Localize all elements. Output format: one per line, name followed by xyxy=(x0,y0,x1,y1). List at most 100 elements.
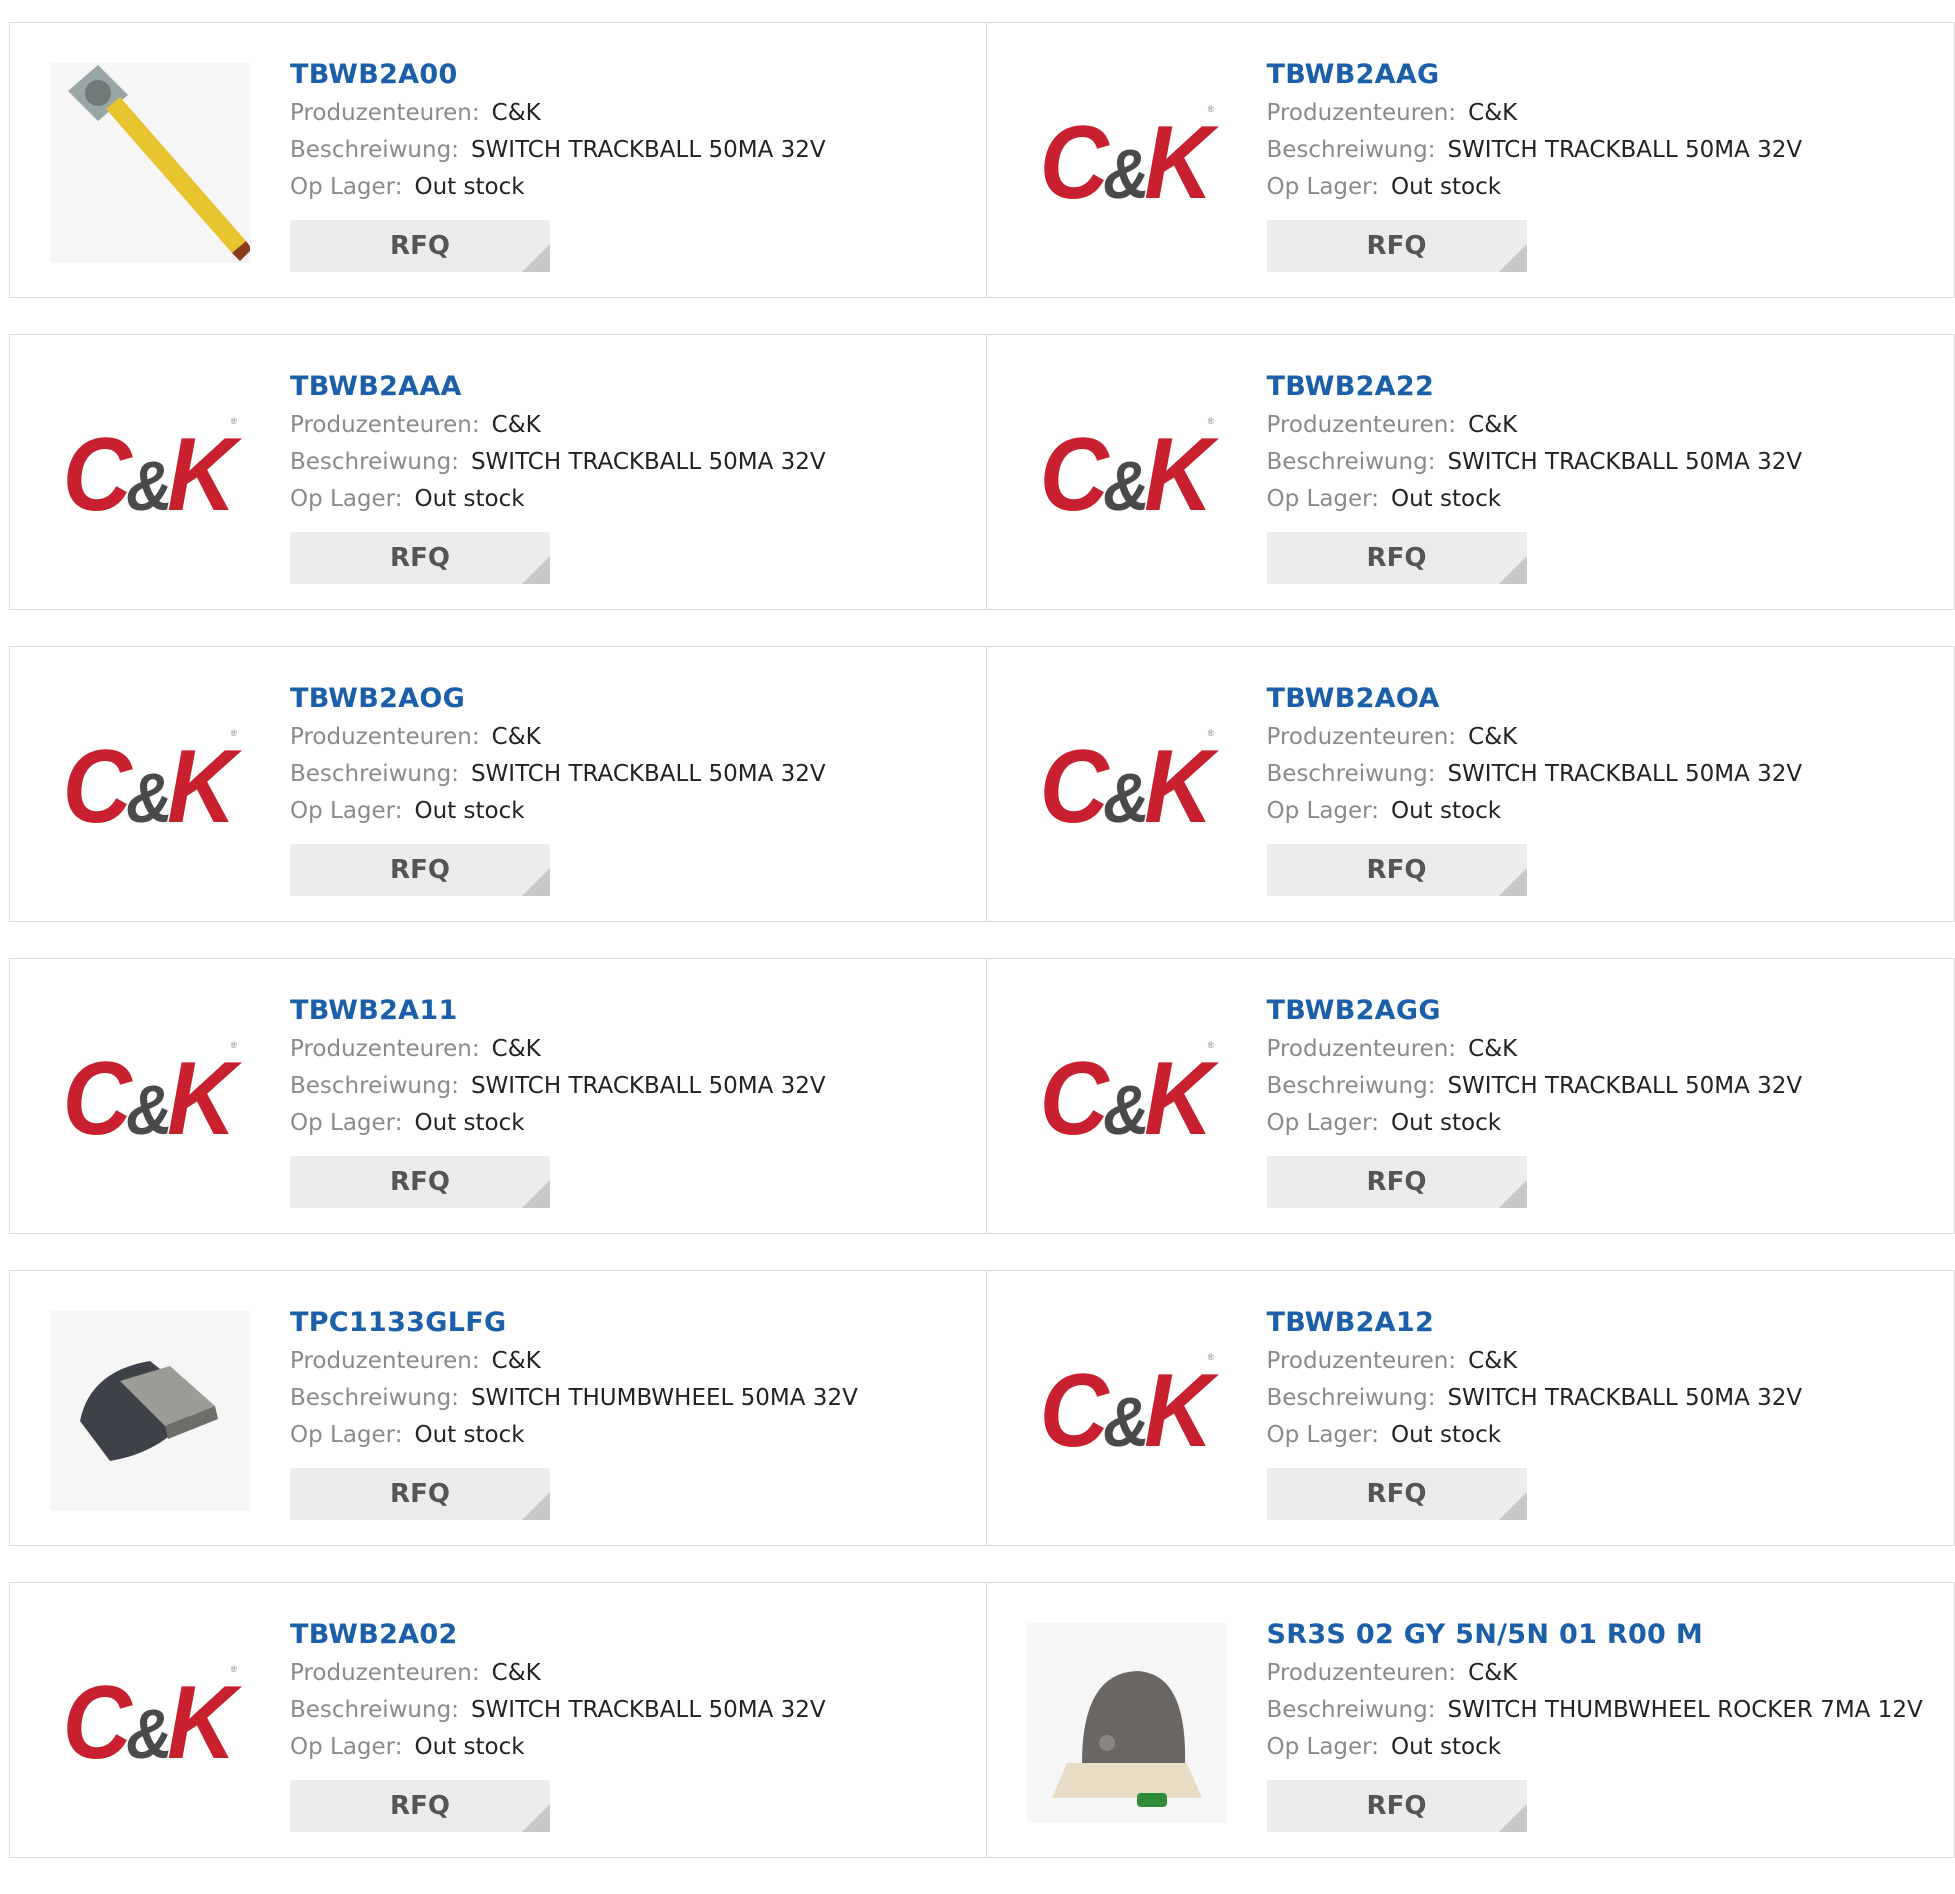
product-image[interactable]: C&K® xyxy=(50,375,250,575)
manufacturer-label: Produzenteuren: xyxy=(290,724,480,750)
description-value: SWITCH THUMBWHEEL ROCKER 7MA 12V xyxy=(1447,1697,1922,1723)
description-value: SWITCH TRACKBALL 50MA 32V xyxy=(1447,449,1802,475)
description-value: SWITCH TRACKBALL 50MA 32V xyxy=(1447,1073,1802,1099)
rfq-button[interactable]: RFQ xyxy=(290,1468,550,1520)
manufacturer-label: Produzenteuren: xyxy=(1267,100,1457,126)
product-row: C&K® TBWB2A02 Produzenteuren:C&K Beschre… xyxy=(9,1582,1955,1858)
rfq-button[interactable]: RFQ xyxy=(1267,844,1527,896)
stock-line: Op Lager:Out stock xyxy=(290,793,826,830)
description-value: SWITCH TRACKBALL 50MA 32V xyxy=(471,761,826,787)
product-image[interactable]: C&K® xyxy=(50,687,250,887)
product-image[interactable]: C&K® xyxy=(1027,375,1227,575)
description-label: Beschreiwung: xyxy=(1267,137,1436,163)
manufacturer-line: Produzenteuren:C&K xyxy=(1267,1655,1923,1692)
product-image[interactable]: C&K® xyxy=(50,999,250,1199)
stock-value: Out stock xyxy=(1391,1734,1501,1760)
product-card: C&K® TBWB2AAA Produzenteuren:C&K Beschre… xyxy=(9,334,987,610)
product-card: C&K® TBWB2A11 Produzenteuren:C&K Beschre… xyxy=(9,958,987,1234)
stock-value: Out stock xyxy=(414,1110,524,1136)
manufacturer-line: Produzenteuren:C&K xyxy=(290,719,826,756)
rfq-button[interactable]: RFQ xyxy=(1267,1780,1527,1832)
manufacturer-value: C&K xyxy=(1468,100,1517,126)
manufacturer-line: Produzenteuren: C&K xyxy=(290,1343,858,1380)
stock-line: Op Lager:Out stock xyxy=(1267,793,1803,830)
rfq-button[interactable]: RFQ xyxy=(290,532,550,584)
product-title-link[interactable]: SR3S 02 GY 5N/5N 01 R00 M xyxy=(1267,1615,1923,1655)
manufacturer-value: C&K xyxy=(492,100,541,126)
manufacturer-label: Produzenteuren: xyxy=(290,100,480,126)
rfq-button[interactable]: RFQ xyxy=(290,1780,550,1832)
product-card: C&K® TBWB2AGG Produzenteuren:C&K Beschre… xyxy=(987,958,1955,1234)
manufacturer-line: Produzenteuren:C&K xyxy=(1267,1343,1803,1380)
product-title-link[interactable]: TBWB2AGG xyxy=(1267,991,1803,1031)
description-line: Beschreiwung:SWITCH TRACKBALL 50MA 32V xyxy=(1267,132,1803,169)
ck-logo: C&K® xyxy=(1039,104,1213,223)
product-image[interactable]: C&K® xyxy=(50,1623,250,1823)
product-title-link[interactable]: TPC1133GLFG xyxy=(290,1303,858,1343)
manufacturer-label: Produzenteuren: xyxy=(290,1348,480,1374)
rfq-button[interactable]: RFQ xyxy=(290,220,550,272)
product-title-link[interactable]: TBWB2A22 xyxy=(1267,367,1803,407)
product-image[interactable]: C&K® xyxy=(1027,63,1227,263)
ck-logo: C&K® xyxy=(1039,416,1213,535)
product-title-link[interactable]: TBWB2AOA xyxy=(1267,679,1803,719)
manufacturer-value: C&K xyxy=(492,412,541,438)
manufacturer-line: Produzenteuren:C&K xyxy=(1267,1031,1803,1068)
ck-logo: C&K® xyxy=(1039,1352,1213,1471)
ck-logo: C&K® xyxy=(63,728,237,847)
rfq-button[interactable]: RFQ xyxy=(290,844,550,896)
product-image[interactable] xyxy=(50,63,250,263)
description-label: Beschreiwung: xyxy=(1267,761,1436,787)
stock-line: Op Lager: Out stock xyxy=(1267,1105,1803,1142)
rfq-button[interactable]: RFQ xyxy=(290,1156,550,1208)
stock-line: Op Lager:Out stock xyxy=(1267,169,1803,206)
stock-value: Out stock xyxy=(414,1422,524,1448)
rfq-button[interactable]: RFQ xyxy=(1267,1468,1527,1520)
stock-label: Op Lager: xyxy=(290,174,402,200)
product-title-link[interactable]: TBWB2AOG xyxy=(290,679,826,719)
stock-value: Out stock xyxy=(1391,1110,1501,1136)
stock-line: Op Lager:Out stock xyxy=(290,481,826,518)
product-image[interactable] xyxy=(50,1311,250,1511)
stock-label: Op Lager: xyxy=(290,1110,402,1136)
product-row: C&K® TBWB2A11 Produzenteuren:C&K Beschre… xyxy=(9,958,1955,1234)
manufacturer-value: C&K xyxy=(492,1348,541,1374)
stock-line: Op Lager:Out stock xyxy=(290,1729,826,1766)
stock-value: Out stock xyxy=(1391,798,1501,824)
stock-label: Op Lager: xyxy=(290,798,402,824)
description-value: SWITCH TRACKBALL 50MA 32V xyxy=(471,137,826,163)
rfq-button[interactable]: RFQ xyxy=(1267,532,1527,584)
ck-logo: C&K® xyxy=(1039,728,1213,847)
manufacturer-line: Produzenteuren:C&K xyxy=(1267,719,1803,756)
manufacturer-label: Produzenteuren: xyxy=(1267,412,1457,438)
description-line: Beschreiwung:SWITCH THUMBWHEEL 50MA 32V xyxy=(290,1380,858,1417)
stock-label: Op Lager: xyxy=(290,1422,402,1448)
product-title-link[interactable]: TBWB2A00 xyxy=(290,55,826,95)
description-label: Beschreiwung: xyxy=(290,449,459,475)
stock-value: Out stock xyxy=(414,486,524,512)
description-value: SWITCH TRACKBALL 50MA 32V xyxy=(1447,761,1802,787)
stock-label: Op Lager: xyxy=(1267,486,1379,512)
stock-value: Out stock xyxy=(414,1734,524,1760)
description-label: Beschreiwung: xyxy=(290,1385,459,1411)
manufacturer-label: Produzenteuren: xyxy=(290,1036,480,1062)
product-image[interactable]: C&K® xyxy=(1027,687,1227,887)
product-image[interactable]: C&K® xyxy=(1027,999,1227,1199)
product-title-link[interactable]: TBWB2A12 xyxy=(1267,1303,1803,1343)
stock-label: Op Lager: xyxy=(1267,1110,1379,1136)
product-title-link[interactable]: TBWB2A02 xyxy=(290,1615,826,1655)
product-card: SR3S 02 GY 5N/5N 01 R00 M Produzenteuren… xyxy=(987,1582,1955,1858)
product-image[interactable]: C&K® xyxy=(1027,1311,1227,1511)
product-title-link[interactable]: TBWB2AAG xyxy=(1267,55,1803,95)
rfq-button[interactable]: RFQ xyxy=(1267,1156,1527,1208)
product-title-link[interactable]: TBWB2AAA xyxy=(290,367,826,407)
manufacturer-line: Produzenteuren:C&K xyxy=(290,407,826,444)
product-card: C&K® TBWB2AOA Produzenteuren:C&K Beschre… xyxy=(987,646,1955,922)
stock-line: Op Lager: Out stock xyxy=(1267,481,1803,518)
product-image[interactable] xyxy=(1027,1623,1227,1823)
product-card: C&K® TBWB2A02 Produzenteuren:C&K Beschre… xyxy=(9,1582,987,1858)
manufacturer-line: Produzenteuren:C&K xyxy=(290,1031,826,1068)
stock-value: Out stock xyxy=(1391,486,1501,512)
product-title-link[interactable]: TBWB2A11 xyxy=(290,991,826,1031)
rfq-button[interactable]: RFQ xyxy=(1267,220,1527,272)
